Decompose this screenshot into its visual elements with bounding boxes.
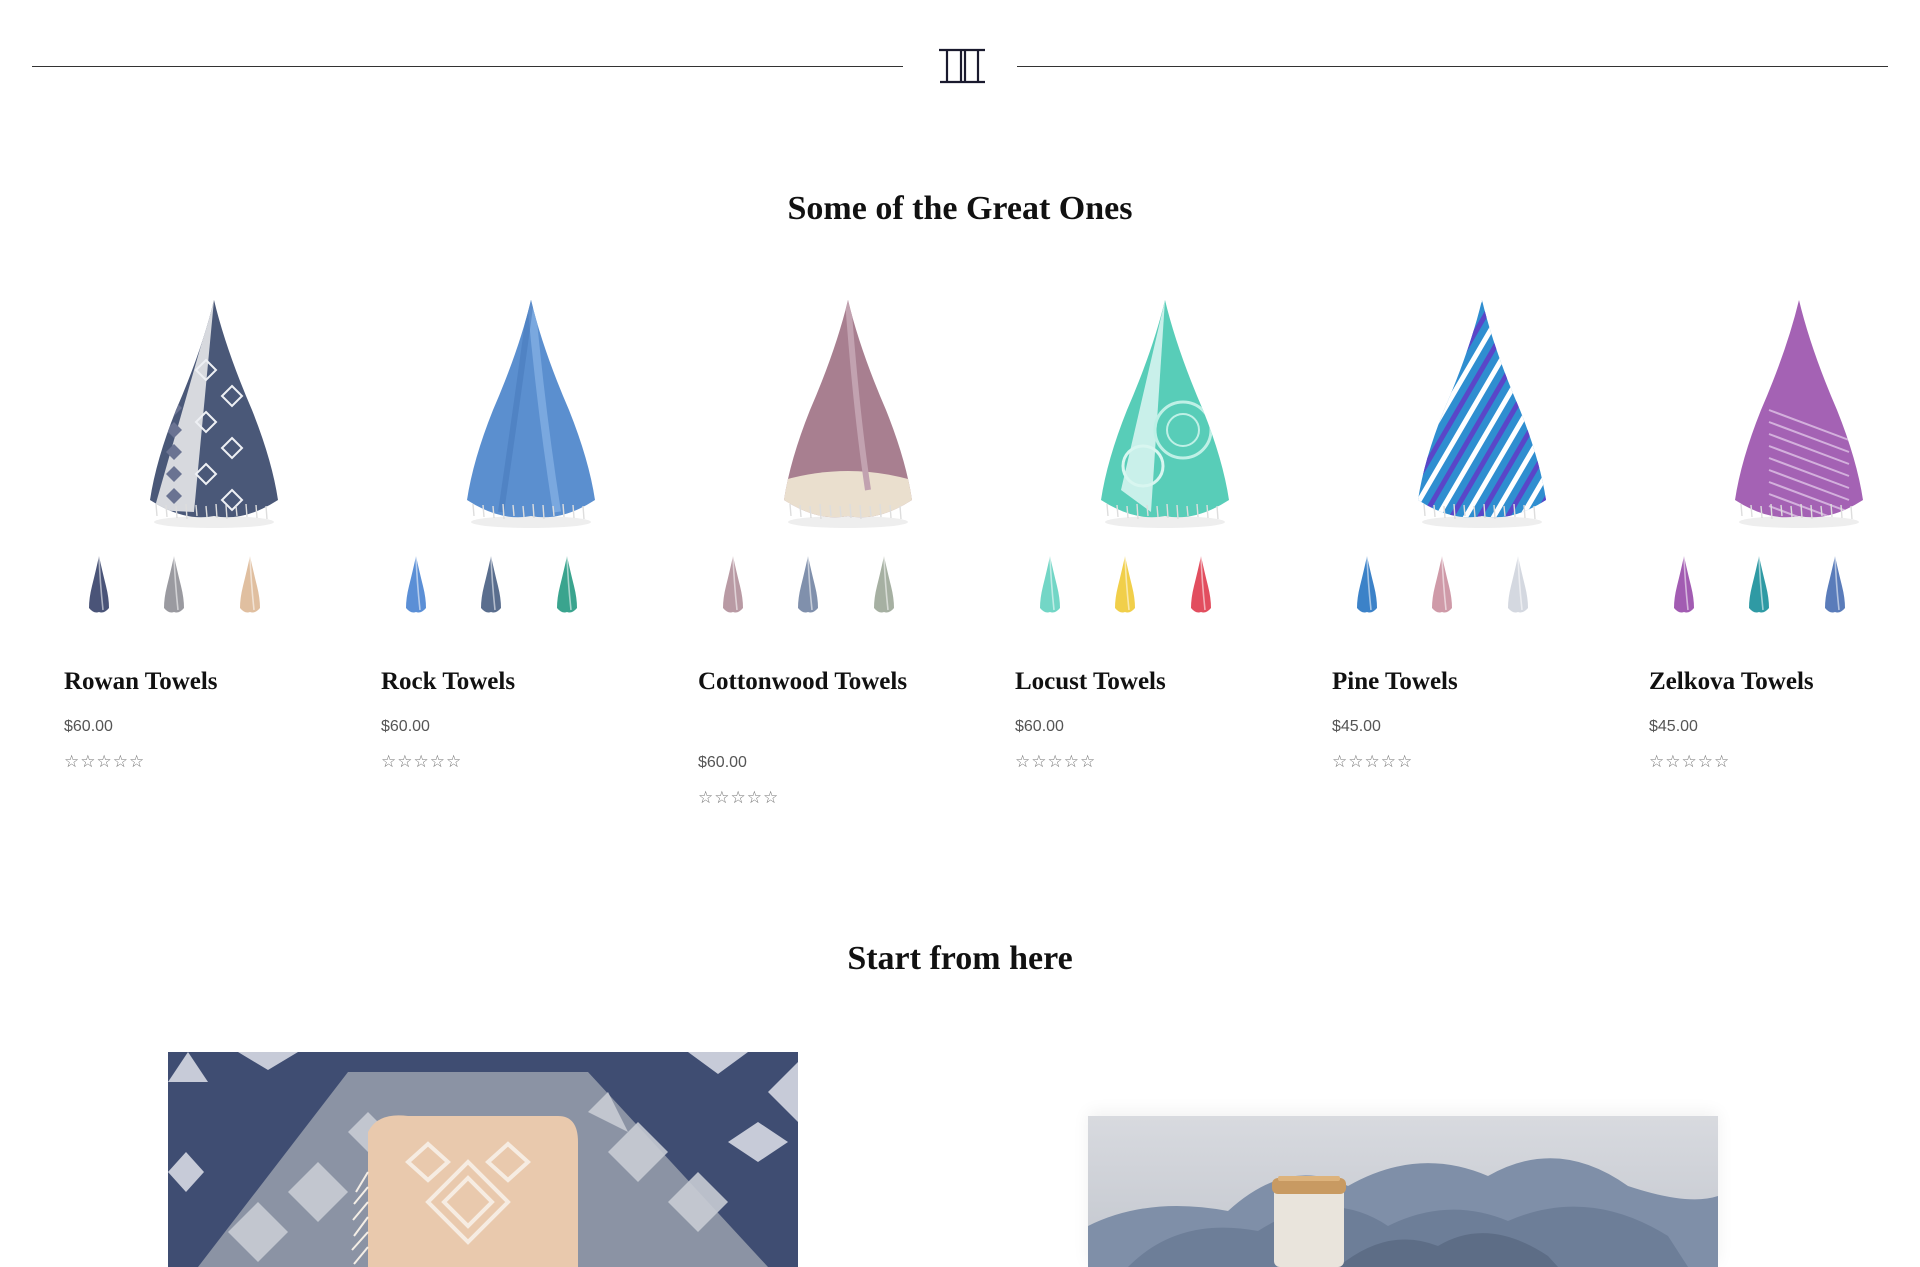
color-swatch[interactable] [1429, 552, 1455, 616]
color-swatches [64, 552, 364, 622]
color-swatches [1015, 552, 1315, 622]
product-price: $60.00 [698, 754, 747, 771]
blue-throw-candle-banner[interactable] [1088, 1116, 1718, 1267]
product-name[interactable]: Locust Towels [1015, 664, 1255, 700]
product-card[interactable]: Zelkova Towels $45.00 ☆☆☆☆☆ [1649, 290, 1920, 830]
color-swatch[interactable] [795, 552, 821, 616]
product-price: $45.00 [1649, 718, 1698, 735]
product-image[interactable] [1015, 290, 1315, 550]
color-swatch[interactable] [161, 552, 187, 616]
color-swatch[interactable] [478, 552, 504, 616]
product-card[interactable]: Rowan Towels $60.00 ☆☆☆☆☆ [64, 290, 364, 830]
color-swatch[interactable] [86, 552, 112, 616]
color-swatches [1332, 552, 1632, 622]
divider-line-right [1017, 66, 1888, 67]
color-swatch[interactable] [1671, 552, 1697, 616]
product-price: $60.00 [64, 718, 113, 735]
start-section-title: Start from here [847, 940, 1073, 977]
product-rating-stars: ☆☆☆☆☆ [381, 752, 463, 771]
product-image[interactable] [1332, 290, 1632, 550]
color-swatch[interactable] [1822, 552, 1848, 616]
color-swatch[interactable] [1112, 552, 1138, 616]
aztec-towels-banner[interactable] [168, 1052, 798, 1267]
color-swatches [698, 552, 998, 622]
color-swatches [1649, 552, 1920, 622]
color-swatch[interactable] [1188, 552, 1214, 616]
double-pillar-logo-icon[interactable] [936, 47, 988, 85]
color-swatch[interactable] [1037, 552, 1063, 616]
color-swatch[interactable] [1354, 552, 1380, 616]
product-rating-stars: ☆☆☆☆☆ [698, 788, 780, 807]
logo-divider [32, 44, 1888, 88]
product-name[interactable]: Cottonwood Towels [698, 664, 938, 700]
product-image[interactable] [698, 290, 998, 550]
product-name[interactable]: Rowan Towels [64, 664, 304, 700]
product-price: $60.00 [1015, 718, 1064, 735]
product-card[interactable]: Cottonwood Towels $60.00 ☆☆☆☆☆ [698, 290, 998, 830]
color-swatches [381, 552, 681, 622]
product-card[interactable]: Pine Towels $45.00 ☆☆☆☆☆ [1332, 290, 1632, 830]
product-image[interactable] [381, 290, 681, 550]
color-swatch[interactable] [720, 552, 746, 616]
product-rating-stars: ☆☆☆☆☆ [1332, 752, 1414, 771]
product-rating-stars: ☆☆☆☆☆ [1015, 752, 1097, 771]
product-price: $60.00 [381, 718, 430, 735]
product-name[interactable]: Rock Towels [381, 664, 621, 700]
product-card[interactable]: Locust Towels $60.00 ☆☆☆☆☆ [1015, 290, 1315, 830]
color-swatch[interactable] [554, 552, 580, 616]
color-swatch[interactable] [403, 552, 429, 616]
featured-products-grid: Rowan Towels $60.00 ☆☆☆☆☆ Rock Towels $60.00… [64, 290, 1914, 830]
product-image[interactable] [64, 290, 364, 550]
color-swatch[interactable] [1746, 552, 1772, 616]
product-price: $45.00 [1332, 718, 1381, 735]
product-card[interactable]: Rock Towels $60.00 ☆☆☆☆☆ [381, 290, 681, 830]
divider-line-left [32, 66, 903, 67]
featured-section-title: Some of the Great Ones [787, 190, 1133, 227]
product-rating-stars: ☆☆☆☆☆ [1649, 752, 1731, 771]
color-swatch[interactable] [871, 552, 897, 616]
color-swatch[interactable] [1505, 552, 1531, 616]
product-name[interactable]: Zelkova Towels [1649, 664, 1889, 700]
product-name[interactable]: Pine Towels [1332, 664, 1572, 700]
color-swatch[interactable] [237, 552, 263, 616]
product-rating-stars: ☆☆☆☆☆ [64, 752, 146, 771]
product-image[interactable] [1649, 290, 1920, 550]
